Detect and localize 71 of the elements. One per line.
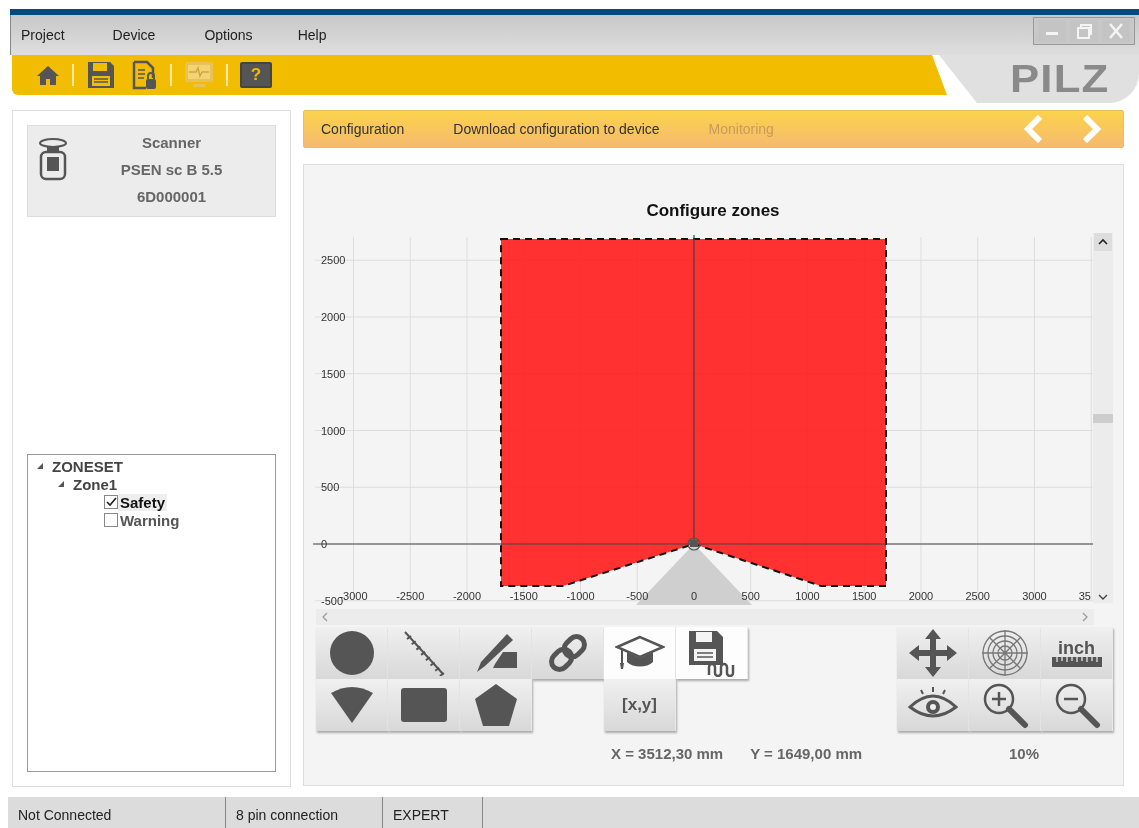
logo: PILZ bbox=[1009, 57, 1109, 101]
axis-label: 500 bbox=[741, 590, 760, 602]
link-tool-button[interactable] bbox=[532, 627, 604, 679]
axis-label: 1500 bbox=[852, 590, 877, 602]
expand-icon[interactable] bbox=[57, 480, 65, 488]
axis-label: 35 bbox=[1078, 590, 1091, 602]
axis-label: 1000 bbox=[321, 424, 346, 437]
coordinates-button[interactable]: [x,y] bbox=[604, 679, 676, 731]
home-icon[interactable] bbox=[36, 64, 60, 86]
editor-title: Configure zones bbox=[645, 201, 781, 221]
tree-item[interactable]: Warning bbox=[118, 511, 182, 529]
vertical-scrollbar[interactable] bbox=[1093, 233, 1113, 603]
status-text: EXPERT bbox=[383, 797, 483, 828]
zoom-level: 10% bbox=[1008, 745, 1039, 762]
axis-label: -1000 bbox=[566, 590, 595, 602]
zoom-out-button[interactable] bbox=[1041, 679, 1113, 731]
expand-icon[interactable] bbox=[36, 462, 44, 470]
checkbox[interactable] bbox=[104, 495, 118, 509]
tree-item[interactable]: Safety bbox=[118, 493, 168, 511]
scroll-up-icon[interactable] bbox=[1094, 233, 1112, 251]
step-tab[interactable]: Download configuration to device bbox=[453, 121, 660, 137]
axis-label: 0 bbox=[690, 590, 698, 602]
status-text: Not Connected bbox=[8, 797, 226, 828]
ruler-icon bbox=[1051, 657, 1102, 667]
axis-label: 1500 bbox=[321, 367, 346, 380]
zoom-in-button[interactable] bbox=[969, 679, 1041, 731]
document-lock-icon[interactable] bbox=[132, 60, 158, 90]
menu-item[interactable]: Project bbox=[21, 27, 65, 43]
step-tab[interactable]: Configuration bbox=[321, 121, 405, 137]
device-model: PSEN sc B 5.5 bbox=[120, 161, 223, 178]
menu-item[interactable]: Device bbox=[112, 27, 156, 43]
axis-label: 3000 bbox=[1022, 590, 1047, 602]
tree-item[interactable]: ZONESET bbox=[50, 457, 125, 475]
circle-tool-button[interactable] bbox=[316, 627, 388, 679]
polyline-tool-button[interactable] bbox=[388, 627, 460, 679]
axis-label: 0 bbox=[321, 538, 328, 550]
axis-label: 2000 bbox=[321, 311, 346, 323]
grid-button[interactable] bbox=[969, 627, 1041, 679]
tree-item[interactable]: Zone1 bbox=[71, 475, 120, 493]
axis-label: -1500 bbox=[509, 590, 538, 602]
units-button[interactable]: inch bbox=[1041, 627, 1113, 679]
axis-label: -2000 bbox=[452, 590, 482, 602]
scanner-icon bbox=[38, 138, 68, 182]
polygon-tool-button[interactable] bbox=[460, 679, 532, 731]
axis-label: 2500 bbox=[965, 590, 990, 602]
menu-item[interactable]: Options bbox=[204, 27, 253, 43]
device-serial: 6D000001 bbox=[136, 188, 207, 205]
status-text: 8 pin connection bbox=[226, 797, 383, 828]
axis-label: 1000 bbox=[795, 590, 820, 602]
device-type: Scanner bbox=[141, 134, 202, 151]
x-coordinate: X = 3512,30 mm bbox=[611, 745, 724, 762]
zone-canvas[interactable]: 2500 2000 1500 1000 500 0 -500-3000 -2500 -2000 -1500 -1000 -500 0 500 1000 1500 2000 2500 3000 35 bbox=[313, 233, 1093, 605]
teach-tool-button[interactable] bbox=[604, 627, 676, 679]
axis-label: -2500 bbox=[396, 590, 425, 602]
y-coordinate: Y = 1649,00 mm bbox=[750, 745, 863, 762]
checkbox[interactable] bbox=[104, 513, 118, 527]
menu-item[interactable]: Help bbox=[297, 27, 327, 43]
axis-label: -500 bbox=[626, 590, 649, 602]
safety-zone[interactable] bbox=[500, 238, 887, 587]
rectangle-tool-button[interactable] bbox=[388, 679, 460, 731]
help-button[interactable]: ? bbox=[240, 62, 272, 88]
freehand-tool-button[interactable] bbox=[460, 627, 532, 679]
axis-label: 2500 bbox=[321, 254, 346, 267]
axis-label: 500 bbox=[321, 481, 340, 494]
scroll-thumb[interactable] bbox=[1093, 414, 1113, 423]
save-icon[interactable] bbox=[86, 60, 116, 90]
save-contour-tool-button[interactable] bbox=[676, 627, 748, 679]
move-button[interactable] bbox=[897, 627, 969, 679]
axis-label: 2000 bbox=[908, 590, 934, 602]
eye-button[interactable] bbox=[897, 679, 969, 731]
sector-tool-button[interactable] bbox=[316, 679, 388, 731]
